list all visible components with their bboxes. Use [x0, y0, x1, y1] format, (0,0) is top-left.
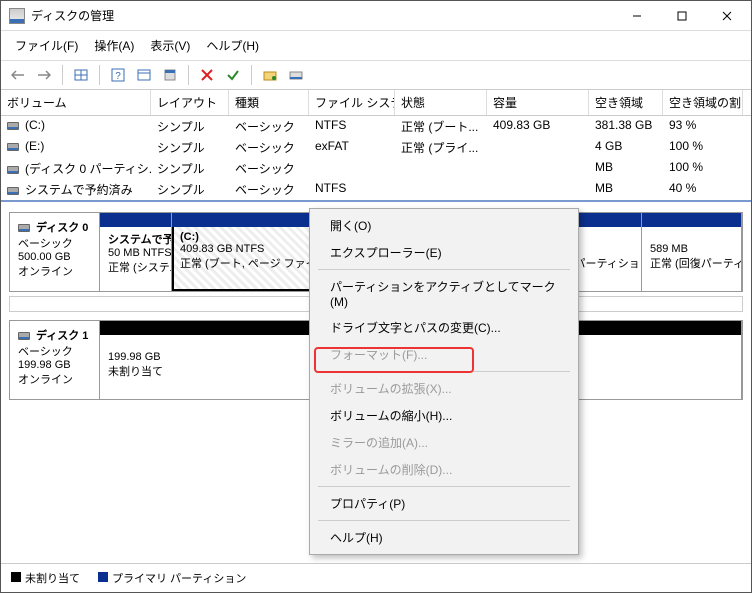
svg-text:?: ? [115, 71, 121, 82]
ctx-format: フォーマット(F)... [312, 341, 576, 368]
col-capacity[interactable]: 容量 [487, 90, 589, 115]
ctx-properties[interactable]: プロパティ(P) [312, 490, 576, 517]
col-layout[interactable]: レイアウト [151, 90, 229, 115]
volume-icon [7, 166, 19, 174]
col-type[interactable]: 種類 [229, 90, 309, 115]
volume-icon [7, 122, 19, 130]
toolbar: ? [1, 60, 751, 90]
forward-icon[interactable] [33, 64, 55, 86]
help-icon[interactable]: ? [107, 64, 129, 86]
disk-icon[interactable] [285, 64, 307, 86]
ctx-delete: ボリュームの削除(D)... [312, 456, 576, 483]
refresh-icon[interactable] [133, 64, 155, 86]
ctx-mark-active[interactable]: パーティションをアクティブとしてマーク(M) [312, 273, 576, 314]
grid-icon[interactable] [70, 64, 92, 86]
menu-view[interactable]: 表示(V) [142, 33, 198, 58]
maximize-button[interactable] [659, 2, 704, 30]
back-icon[interactable] [7, 64, 29, 86]
ctx-change-letter[interactable]: ドライブ文字とパスの変更(C)... [312, 314, 576, 341]
menu-file[interactable]: ファイル(F) [7, 33, 86, 58]
close-button[interactable] [704, 2, 749, 30]
ctx-extend: ボリュームの拡張(X)... [312, 375, 576, 402]
settings-icon[interactable] [159, 64, 181, 86]
table-row[interactable]: (C:) シンプルベーシック NTFS正常 (ブート... 409.83 GB3… [1, 116, 751, 137]
partition[interactable]: システムで予50 MB NTFS正常 (システム [100, 213, 172, 291]
menu-action[interactable]: 操作(A) [86, 33, 142, 58]
legend: 未割り当て プライマリ パーティション [1, 563, 751, 592]
menu-help[interactable]: ヘルプ(H) [198, 33, 267, 58]
partition[interactable]: 589 MB正常 (回復パーティション [642, 213, 742, 291]
ctx-help[interactable]: ヘルプ(H) [312, 524, 576, 551]
list-header: ボリューム レイアウト 種類 ファイル システム 状態 容量 空き領域 空き領域… [1, 90, 751, 116]
disk-drive-icon [18, 332, 30, 340]
window-title: ディスクの管理 [31, 7, 614, 24]
table-row[interactable]: (E:) シンプルベーシック exFAT正常 (プライ... 4 GB100 % [1, 137, 751, 158]
minimize-button[interactable] [614, 2, 659, 30]
col-volume[interactable]: ボリューム [1, 90, 151, 115]
disk-drive-icon [18, 224, 30, 232]
col-fs[interactable]: ファイル システム [309, 90, 395, 115]
table-row[interactable]: (ディスク 0 パーティシ... シンプルベーシック MB100 % [1, 158, 751, 179]
col-free[interactable]: 空き領域 [589, 90, 663, 115]
ctx-shrink[interactable]: ボリュームの縮小(H)... [312, 402, 576, 429]
col-status[interactable]: 状態 [395, 90, 487, 115]
volume-list: (C:) シンプルベーシック NTFS正常 (ブート... 409.83 GB3… [1, 116, 751, 200]
disk-label[interactable]: ディスク 0 ベーシック500.00 GBオンライン [10, 213, 100, 291]
app-icon [9, 8, 25, 24]
col-pct[interactable]: 空き領域の割... [663, 90, 743, 115]
check-icon[interactable] [222, 64, 244, 86]
menubar: ファイル(F) 操作(A) 表示(V) ヘルプ(H) [1, 31, 751, 60]
table-row[interactable]: システムで予約済み シンプルベーシック NTFS MB40 % [1, 179, 751, 200]
ctx-mirror: ミラーの追加(A)... [312, 429, 576, 456]
titlebar: ディスクの管理 [1, 1, 751, 31]
context-menu: 開く(O) エクスプローラー(E) パーティションをアクティブとしてマーク(M)… [309, 208, 579, 555]
folder-icon[interactable] [259, 64, 281, 86]
delete-icon[interactable] [196, 64, 218, 86]
volume-icon [7, 187, 19, 195]
legend-swatch-unalloc [11, 572, 21, 582]
volume-icon [7, 143, 19, 151]
ctx-open[interactable]: 開く(O) [312, 212, 576, 239]
legend-swatch-primary [98, 572, 108, 582]
ctx-explorer[interactable]: エクスプローラー(E) [312, 239, 576, 266]
disk-label[interactable]: ディスク 1 ベーシック199.98 GBオンライン [10, 321, 100, 399]
